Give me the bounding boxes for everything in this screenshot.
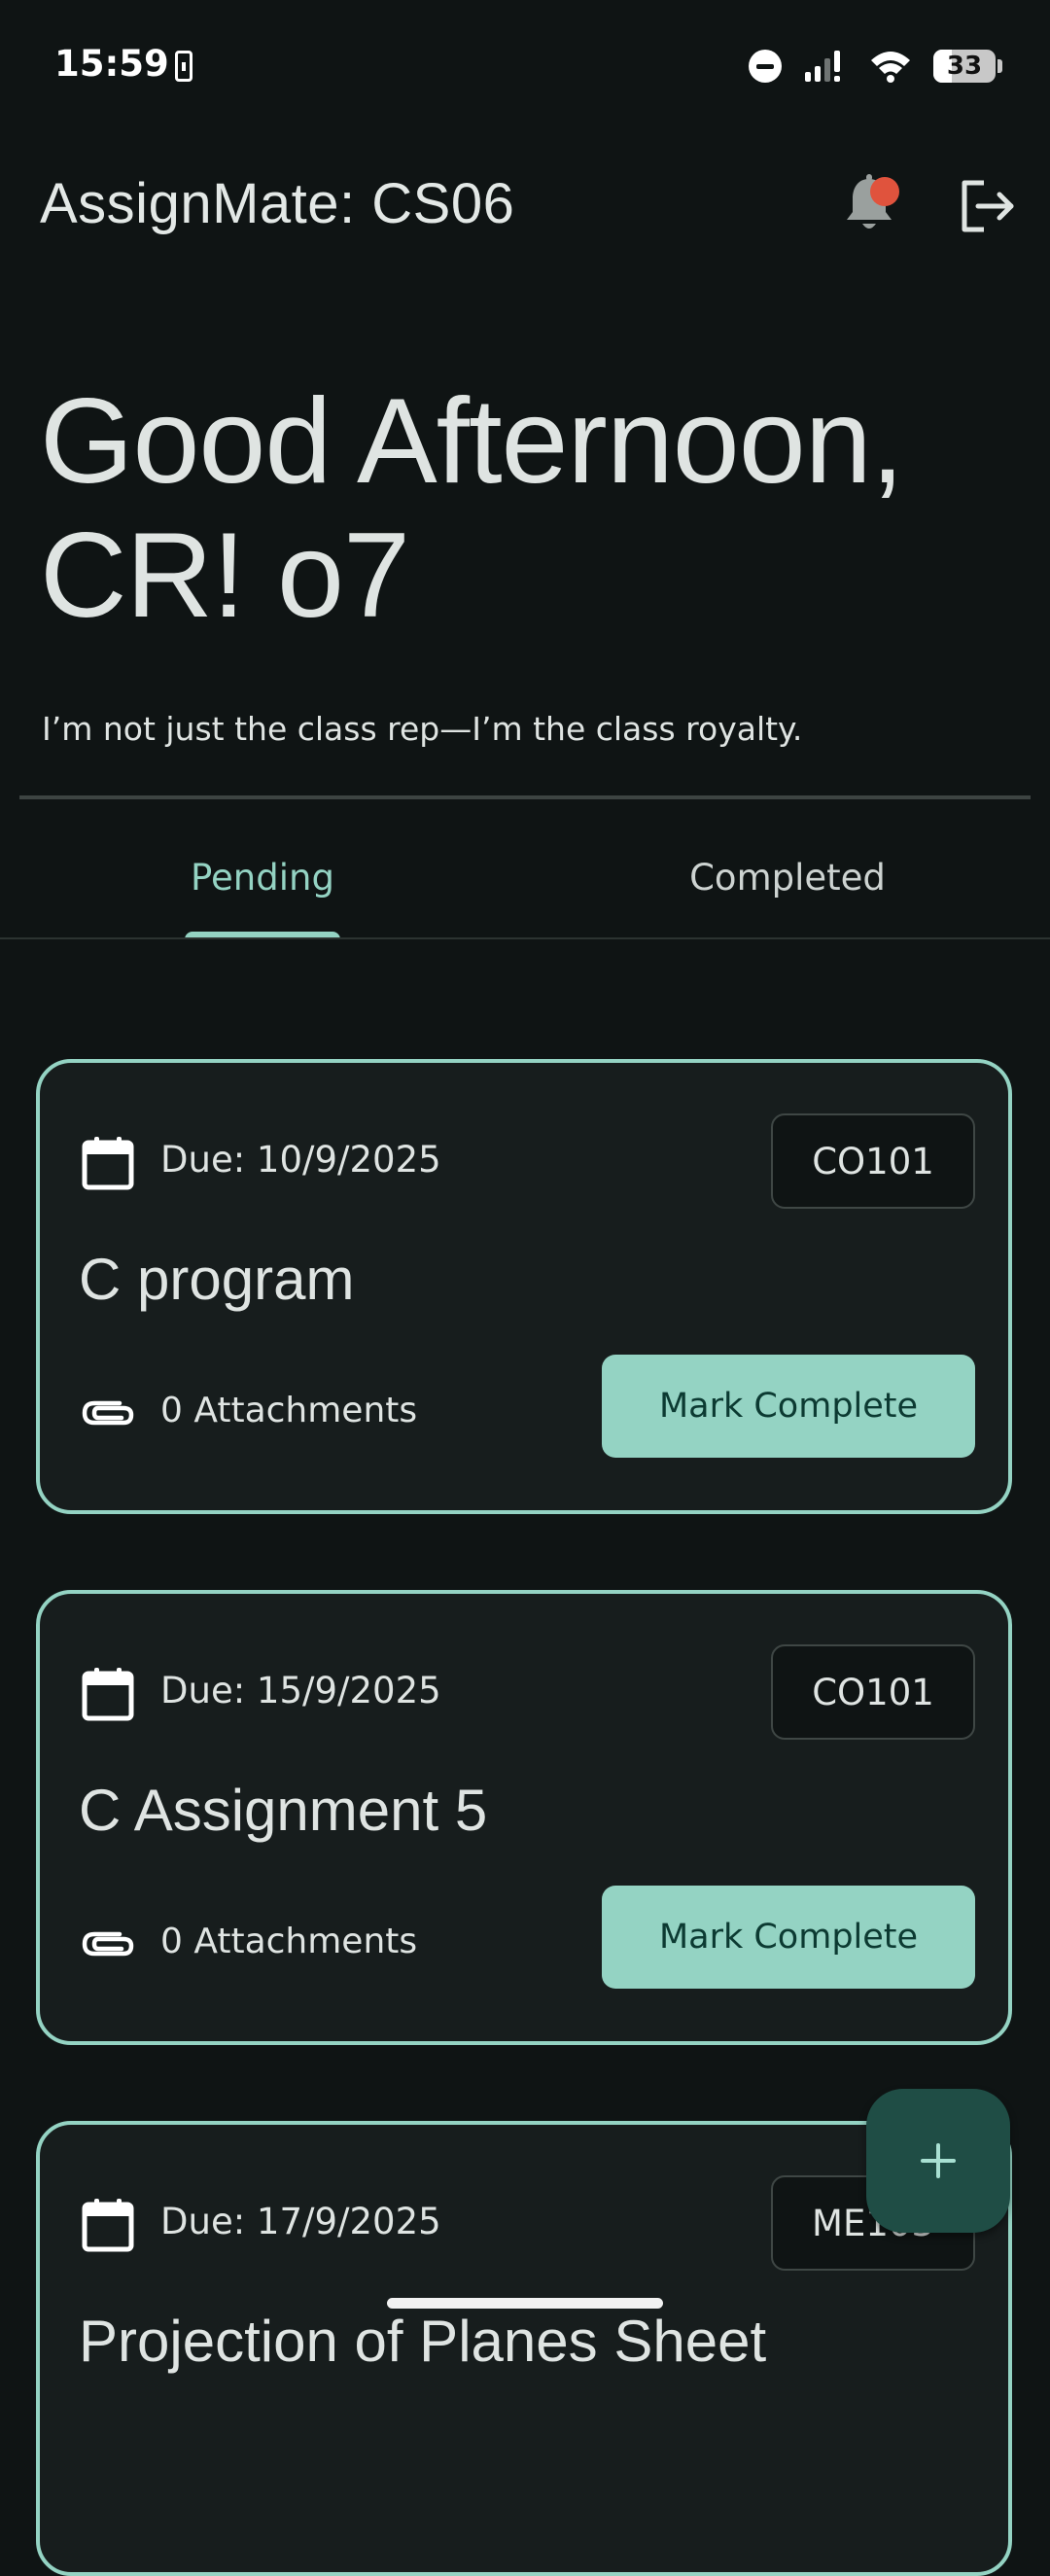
due-date: Due: 10/9/2025 [160, 1139, 441, 1181]
assignment-title: C program [79, 1247, 355, 1312]
tab-completed[interactable]: Completed [525, 817, 1050, 937]
app-bar: AssignMate: CS06 [0, 146, 1050, 263]
app-title: AssignMate: CS06 [40, 172, 515, 235]
greeting-line-1: Good Afternoon, [40, 374, 904, 509]
logout-button[interactable] [951, 169, 1025, 243]
bell-icon [847, 174, 892, 229]
calendar-icon [82, 1137, 134, 1190]
course-code-chip: CO101 [771, 1644, 975, 1740]
assignment-title: Projection of Planes Sheet [79, 2309, 767, 2374]
due-date: Due: 17/9/2025 [160, 2201, 441, 2242]
course-code-chip: CO101 [771, 1113, 975, 1209]
divider [19, 795, 1031, 799]
calendar-icon [82, 2199, 134, 2252]
greeting-heading: Good Afternoon, CR! o7 [40, 374, 1022, 643]
attachments-count: 0 Attachments [160, 1391, 418, 1430]
greeting-line-2: CR! o7 [40, 509, 410, 643]
tabs-divider [0, 937, 1050, 939]
notifications-button[interactable] [831, 165, 907, 241]
greeting-subtitle: I’m not just the class rep—I’m the class… [42, 710, 803, 748]
attachments-count: 0 Attachments [160, 1922, 418, 1961]
attachment-icon [82, 1931, 134, 1957]
battery-icon: 33 [933, 50, 1002, 83]
plus-icon [921, 2143, 956, 2178]
logout-icon [962, 180, 1014, 232]
assignment-card[interactable]: Due: 10/9/2025 CO101 C program 0 Attachm… [36, 1059, 1012, 1514]
mark-complete-button[interactable]: Mark Complete [602, 1355, 975, 1458]
tab-bar: Pending Completed [0, 817, 1050, 939]
mark-complete-button[interactable]: Mark Complete [602, 1886, 975, 1989]
attachment-icon [82, 1400, 134, 1426]
due-date: Due: 15/9/2025 [160, 1670, 441, 1711]
home-indicator[interactable] [387, 2298, 663, 2309]
assignment-card[interactable]: Due: 15/9/2025 CO101 C Assignment 5 0 At… [36, 1590, 1012, 2045]
calendar-icon [82, 1668, 134, 1721]
tab-pending[interactable]: Pending [0, 817, 525, 937]
notification-badge [870, 177, 899, 206]
status-bar: 15:59 33 [0, 0, 1050, 126]
status-time: 15:59 [54, 43, 169, 85]
battery-level: 33 [946, 52, 983, 81]
signal-icon [803, 49, 848, 84]
do-not-disturb-icon [749, 50, 782, 83]
status-icons: 33 [749, 45, 1002, 88]
assignment-title: C Assignment 5 [79, 1778, 488, 1843]
wifi-icon [869, 49, 912, 84]
notification-indicator-icon [175, 51, 192, 82]
add-assignment-button[interactable] [866, 2089, 1010, 2233]
